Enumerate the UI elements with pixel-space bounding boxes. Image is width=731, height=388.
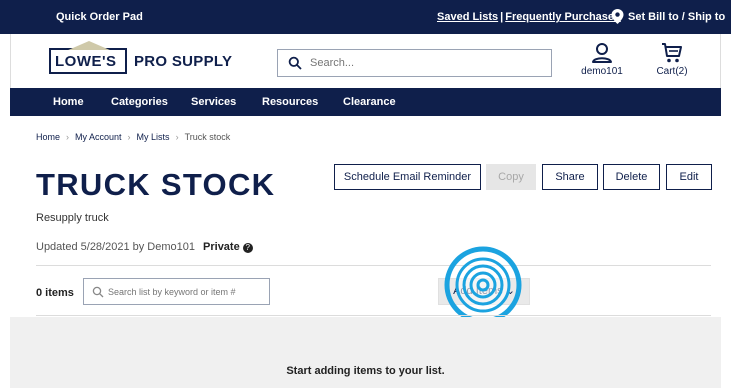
logo-wordmark: LOWE'S — [55, 53, 117, 70]
breadcrumb-home[interactable]: Home — [36, 132, 60, 142]
add-items-dropdown[interactable]: Add Items ⌄ — [438, 278, 530, 305]
user-icon — [592, 43, 612, 63]
location-pin-icon — [611, 9, 624, 24]
link-separator: | — [500, 11, 504, 23]
nav-item-resources[interactable]: Resources — [262, 96, 318, 108]
share-button[interactable]: Share — [542, 164, 598, 190]
schedule-email-reminder-button[interactable]: Schedule Email Reminder — [334, 164, 481, 190]
list-updated-info: Updated 5/28/2021 by Demo101 Private? — [36, 241, 253, 253]
main-nav: Home Categories Services Resources Clear… — [10, 88, 721, 116]
list-items-area: Start adding items to your list. — [10, 317, 721, 388]
section-divider — [36, 315, 711, 316]
breadcrumb-my-lists[interactable]: My Lists — [137, 132, 170, 142]
site-search-input[interactable] — [310, 54, 540, 72]
help-icon[interactable]: ? — [242, 243, 253, 253]
logo-roof-shape — [68, 41, 110, 50]
cart-label: Cart(2) — [656, 66, 688, 77]
top-utility-bar: Quick Order Pad Saved Lists | Frequently P… — [0, 0, 731, 34]
updated-text: Updated 5/28/2021 by Demo101 — [36, 241, 196, 253]
account-menu[interactable]: demo101 — [577, 42, 627, 77]
search-icon — [92, 286, 104, 298]
quick-order-pad-link[interactable]: Quick Order Pad — [56, 11, 143, 23]
nav-item-clearance[interactable]: Clearance — [343, 96, 396, 108]
site-header: LOWE'S PRO SUPPLY demo101 Cart(2) — [10, 34, 721, 88]
breadcrumb: Home › My Account › My Lists › Truck stock — [36, 132, 230, 142]
site-search[interactable] — [277, 49, 552, 77]
item-count: 0 items — [36, 287, 74, 299]
breadcrumb-current: Truck stock — [184, 132, 231, 142]
nav-item-categories[interactable]: Categories — [111, 96, 168, 108]
saved-lists-link[interactable]: Saved Lists — [437, 11, 498, 23]
cart-icon — [662, 43, 682, 63]
set-bill-ship-link[interactable]: Set Bill to / Ship to — [628, 11, 725, 23]
list-search-input[interactable] — [108, 284, 266, 300]
cart-link[interactable]: Cart(2) — [647, 42, 697, 77]
edit-button[interactable]: Edit — [666, 164, 712, 190]
privacy-label: Private — [203, 241, 240, 253]
page-title: TRUCK STOCK — [36, 167, 276, 202]
frequently-purchased-link[interactable]: Frequently Purchased — [505, 11, 621, 23]
chevron-right-icon: › — [66, 132, 70, 142]
lowes-logo[interactable]: LOWE'S — [49, 41, 127, 74]
list-search[interactable] — [83, 278, 270, 305]
search-icon — [288, 56, 302, 70]
nav-item-home[interactable]: Home — [53, 96, 84, 108]
chevron-right-icon: › — [127, 132, 131, 142]
logo-pro-supply: PRO SUPPLY — [134, 53, 233, 70]
nav-item-services[interactable]: Services — [191, 96, 236, 108]
copy-button[interactable]: Copy — [486, 164, 536, 190]
delete-button[interactable]: Delete — [603, 164, 660, 190]
add-items-label: Add Items — [453, 285, 503, 297]
chevron-right-icon: › — [175, 132, 179, 142]
top-links: Saved Lists | Frequently Purchased — [437, 11, 621, 23]
chevron-down-icon: ⌄ — [505, 285, 515, 297]
account-label: demo101 — [581, 66, 623, 77]
breadcrumb-my-account[interactable]: My Account — [75, 132, 122, 142]
empty-list-message: Start adding items to your list. — [286, 365, 445, 377]
list-description: Resupply truck — [36, 212, 109, 224]
section-divider — [36, 265, 711, 266]
